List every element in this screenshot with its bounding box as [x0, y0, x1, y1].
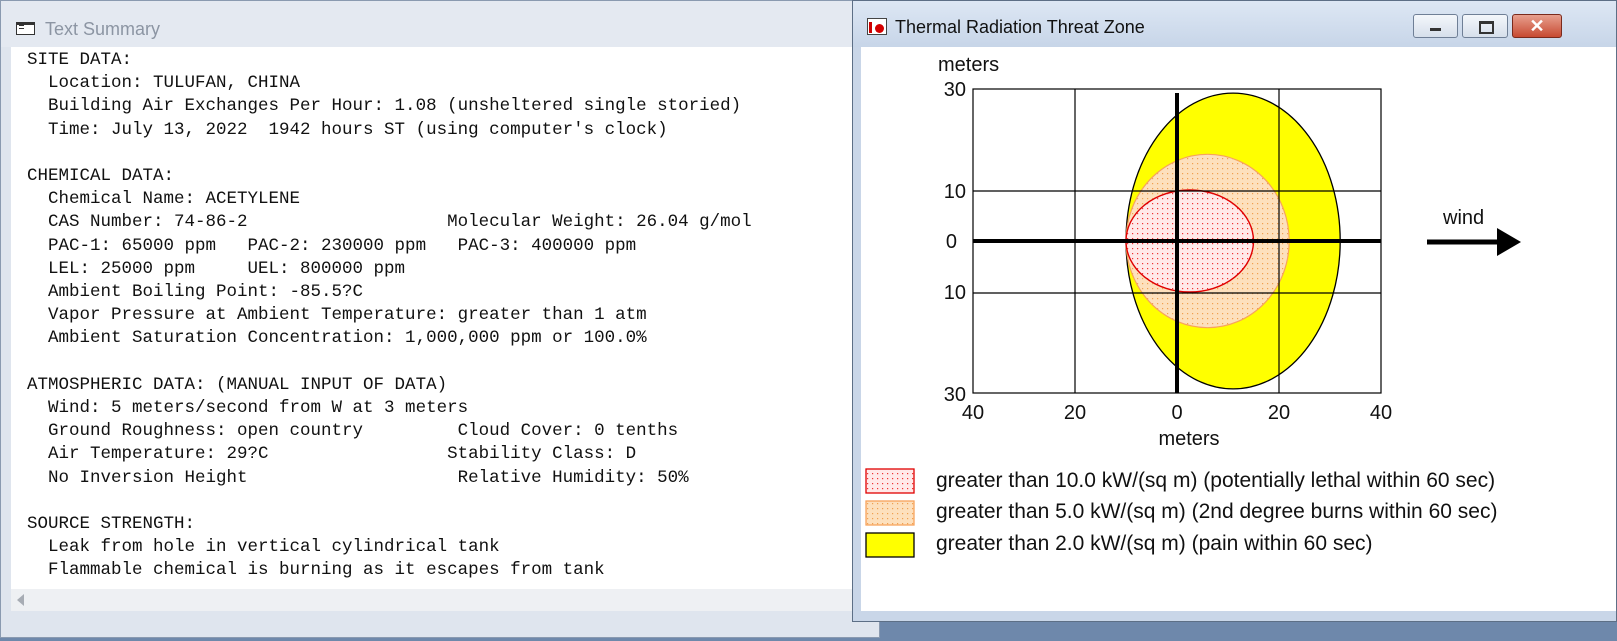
wind-label: wind — [1442, 207, 1484, 229]
text-summary-window[interactable]: Text Summary SITE DATA: Location: TULUFA… — [0, 0, 880, 638]
text-summary-content[interactable]: SITE DATA: Location: TULUFAN, CHINA Buil… — [11, 47, 877, 607]
horizontal-scrollbar[interactable] — [11, 589, 877, 611]
x-tick-label: 40 — [962, 402, 984, 424]
threat-zone-app-icon — [867, 18, 887, 35]
legend-swatch-yellow — [865, 532, 915, 558]
y-tick-label: 30 — [944, 79, 966, 101]
x-unit-label: meters — [1158, 428, 1219, 450]
threat-zone-title: Thermal Radiation Threat Zone — [895, 17, 1145, 37]
threat-zone-titlebar[interactable]: Thermal Radiation Threat Zone ✕ — [853, 1, 1616, 47]
legend-label: greater than 2.0 kW/(sq m) (pain within … — [936, 532, 1373, 555]
summary-text-body: SITE DATA: Location: TULUFAN, CHINA Buil… — [27, 50, 752, 581]
y-tick-label: 10 — [944, 181, 966, 203]
legend-label: greater than 5.0 kW/(sq m) (2nd degree b… — [936, 500, 1497, 523]
x-tick-label: 0 — [1171, 402, 1182, 424]
text-summary-titlebar[interactable]: Text Summary — [1, 1, 879, 47]
threat-zone-plot-area: meters 30 10 0 10 30 40 20 0 20 40 meter… — [861, 47, 1616, 611]
y-tick-label: 10 — [944, 282, 966, 304]
x-tick-label: 20 — [1268, 402, 1290, 424]
close-icon: ✕ — [1529, 16, 1545, 36]
threat-zone-plot: meters 30 10 0 10 30 40 20 0 20 40 meter… — [865, 54, 1521, 558]
wind-arrow-icon — [1427, 228, 1521, 256]
minimize-button[interactable] — [1413, 14, 1458, 38]
legend-label: greater than 10.0 kW/(sq m) (potentially… — [936, 469, 1495, 492]
x-tick-label: 20 — [1064, 402, 1086, 424]
scroll-left-arrow-icon[interactable] — [17, 594, 24, 606]
legend: greater than 10.0 kW/(sq m) (potentially… — [865, 468, 1497, 558]
x-tick-label: 40 — [1370, 402, 1392, 424]
legend-swatch-orange — [865, 500, 915, 526]
y-unit-label: meters — [938, 54, 999, 76]
y-tick-label: 0 — [946, 231, 957, 253]
maximize-button[interactable] — [1462, 14, 1508, 38]
threat-zone-window[interactable]: Thermal Radiation Threat Zone ✕ meters 3… — [852, 0, 1617, 622]
text-summary-title: Text Summary — [45, 19, 161, 39]
close-button[interactable]: ✕ — [1512, 14, 1562, 38]
window-app-icon — [16, 22, 35, 35]
legend-swatch-red — [865, 468, 915, 494]
